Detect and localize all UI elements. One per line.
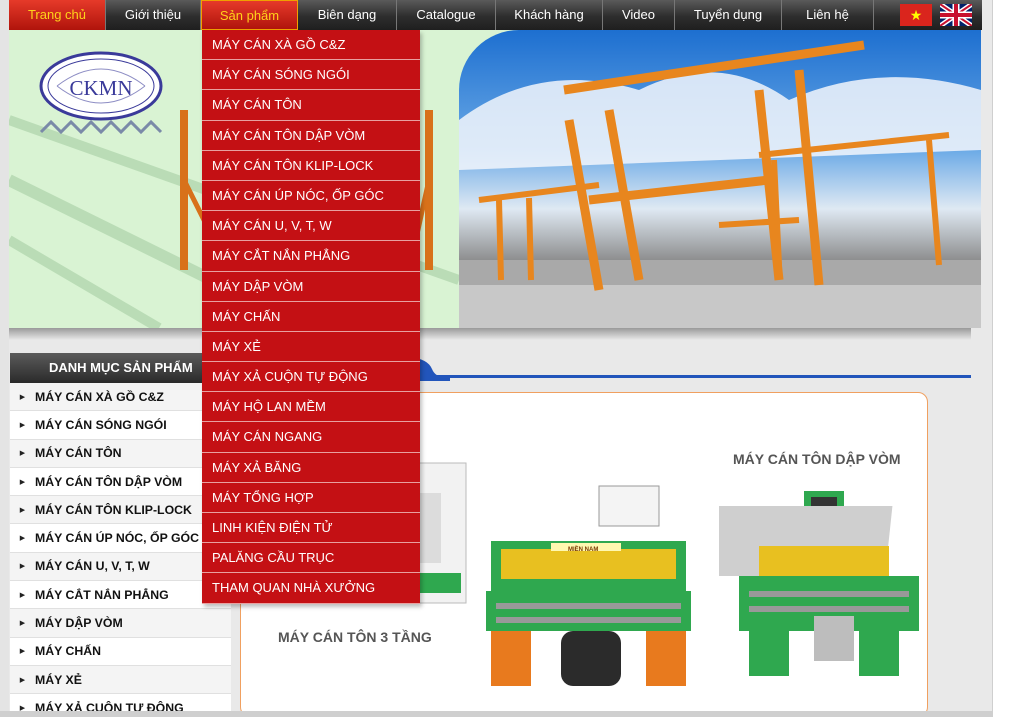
dropdown-item[interactable]: MÁY CÁN U, V, T, W [202, 211, 420, 242]
dropdown-item[interactable]: MÁY XẢ BĂNG [202, 453, 420, 483]
bullet-arrow-icon: ▶ [19, 506, 26, 514]
uk-flag-graphic [940, 4, 972, 26]
bullet-arrow-icon: ▶ [19, 591, 26, 599]
bullet-arrow-icon: ▶ [19, 620, 26, 628]
sidebar-item[interactable]: ▶ MÁY CÁN TÔN [10, 439, 231, 468]
sidebar-item-label: MÁY CÁN ÚP NÓC, ỐP GÓC [35, 531, 199, 546]
section-divider [420, 375, 971, 378]
sidebar-item-label: MÁY CHẤN [35, 644, 102, 659]
nav-home[interactable]: Trang chủ [9, 0, 106, 30]
bullet-arrow-icon: ▶ [19, 563, 26, 571]
sidebar-item[interactable]: ▶ MÁY CÁN U, V, T, W [10, 552, 231, 582]
dropdown-item[interactable]: LINH KIỆN ĐIỆN TỬ [202, 513, 420, 544]
machine-nameplate: MIỀN NAM [568, 547, 599, 553]
dropdown-item[interactable]: MÁY CÁN XÀ GỒ C&Z [202, 30, 420, 61]
sidebar-item-label: MÁY CÁN SÓNG NGÓI [35, 417, 167, 432]
vietnam-flag-icon[interactable]: ★ [900, 4, 932, 26]
dropdown-item[interactable]: MÁY CÁN TÔN KLIP-LOCK [202, 151, 420, 181]
sidebar-list: ▶ MÁY CÁN XÀ GỒ C&Z ▶ MÁY CÁN SÓNG NGÓI ▶ M… [10, 383, 231, 717]
dropdown-item[interactable]: MÁY CÁN NGANG [202, 422, 420, 453]
dropdown-item[interactable]: MÁY CÁN SÓNG NGÓI [202, 60, 420, 91]
sidebar-item[interactable]: ▶ MÁY XẺ [10, 665, 231, 695]
dropdown-item[interactable]: MÁY CẮT NẮN PHẲNG [202, 241, 420, 272]
dropdown-item[interactable]: MÁY CÁN ÚP NÓC, ỐP GÓC [202, 181, 420, 212]
dropdown-item[interactable]: MÁY XẢ CUỘN TỰ ĐỘNG [202, 362, 420, 393]
banner-photo [459, 30, 981, 328]
nav-video[interactable]: Video [603, 0, 675, 30]
bullet-arrow-icon: ▶ [19, 450, 26, 458]
product-image-arch-former[interactable] [719, 491, 924, 691]
nav-catalogue[interactable]: Catalogue [397, 0, 496, 30]
main-nav: Trang chủ Giới thiệu Sản phẩm Biên dạng … [9, 0, 982, 30]
bullet-arrow-icon: ▶ [19, 393, 26, 401]
sidebar-item-label: MÁY CÁN TÔN DẬP VÒM [35, 474, 183, 489]
product-image-roll-former[interactable] [481, 481, 696, 701]
products-dropdown-menu: MÁY CÁN XÀ GỒ C&Z MÁY CÁN SÓNG NGÓI MÁY … [202, 30, 420, 604]
dropdown-item[interactable]: MÁY TỔNG HỢP [202, 483, 420, 513]
sidebar-item[interactable]: ▶ MÁY CẮT NẮN PHẲNG [10, 581, 231, 610]
sidebar-item[interactable]: ▶ MÁY DẬP VÒM [10, 609, 231, 638]
dropdown-item[interactable]: MÁY HỘ LAN MỀM [202, 392, 420, 423]
sidebar-item[interactable]: ▶ MÁY CÁN SÓNG NGÓI [10, 411, 231, 440]
hero-banner: CKMN [9, 30, 981, 328]
sidebar-item-label: MÁY XẺ [35, 672, 82, 687]
product-label[interactable]: MÁY CÁN TÔN DẬP VÒM [733, 451, 901, 467]
sidebar-item-label: MÁY CÁN TÔN [35, 446, 122, 461]
bullet-arrow-icon: ▶ [19, 421, 26, 429]
dropdown-item[interactable]: THAM QUAN NHÀ XƯỞNG [202, 573, 420, 604]
sidebar-title: DANH MỤC SẢN PHẨM [10, 353, 231, 383]
language-switcher: ★ [900, 0, 982, 30]
dropdown-item[interactable]: MÁY DẬP VÒM [202, 272, 420, 302]
dropdown-item[interactable]: MÁY CÁN TÔN [202, 90, 420, 121]
nav-contact[interactable]: Liên hệ [782, 0, 874, 30]
sidebar-item-label: MÁY CÁN XÀ GỒ C&Z [35, 389, 164, 404]
nav-profiles[interactable]: Biên dạng [298, 0, 397, 30]
logo-text: CKMN [69, 76, 133, 100]
page: Trang chủ Giới thiệu Sản phẩm Biên dạng … [0, 0, 1024, 717]
dropdown-item[interactable]: MÁY CHẤN [202, 302, 420, 332]
sidebar-item[interactable]: ▶ MÁY CÁN TÔN DẬP VÒM [10, 467, 231, 497]
page-frame-left [0, 0, 9, 717]
bullet-arrow-icon: ▶ [19, 676, 26, 684]
ckmn-logo[interactable]: CKMN [37, 50, 165, 140]
sidebar-item-label: MÁY DẬP VÒM [35, 616, 123, 631]
nav-about[interactable]: Giới thiệu [106, 0, 201, 30]
dropdown-item[interactable]: MÁY XẺ [202, 332, 420, 363]
gantry-crane-image [459, 40, 981, 328]
sidebar-item-label: MÁY CÁN TÔN KLIP-LOCK [35, 502, 192, 517]
bullet-arrow-icon: ▶ [19, 478, 26, 486]
dropdown-item[interactable]: PALĂNG CẦU TRỤC [202, 543, 420, 574]
sidebar-item-label: MÁY CẮT NẮN PHẲNG [35, 587, 169, 602]
sidebar-item[interactable]: ▶ MÁY CÁN XÀ GỒ C&Z [10, 383, 231, 412]
product-label[interactable]: MÁY CÁN TÔN 3 TẦNG [278, 629, 432, 645]
sidebar-item[interactable]: ▶ MÁY CÁN ÚP NÓC, ỐP GÓC [10, 524, 231, 553]
dropdown-item[interactable]: MÁY CÁN TÔN DẬP VÒM [202, 121, 420, 151]
nav-products[interactable]: Sản phẩm [201, 0, 298, 30]
sidebar-item[interactable]: ▶ MÁY CHẤN [10, 637, 231, 666]
nav-recruitment[interactable]: Tuyển dụng [675, 0, 782, 30]
category-sidebar: DANH MỤC SẢN PHẨM ▶ MÁY CÁN XÀ GỒ C&Z ▶ MÁ… [10, 353, 231, 717]
sidebar-item[interactable]: ▶ MÁY CÁN TÔN KLIP-LOCK [10, 496, 231, 525]
banner-shadow [9, 328, 971, 340]
sidebar-item-label: MÁY CÁN U, V, T, W [35, 559, 150, 574]
nav-customers[interactable]: Khách hàng [496, 0, 603, 30]
uk-flag-icon[interactable] [940, 4, 972, 26]
bullet-arrow-icon: ▶ [19, 648, 26, 656]
bottom-strip [0, 711, 993, 717]
bullet-arrow-icon: ▶ [19, 535, 26, 543]
